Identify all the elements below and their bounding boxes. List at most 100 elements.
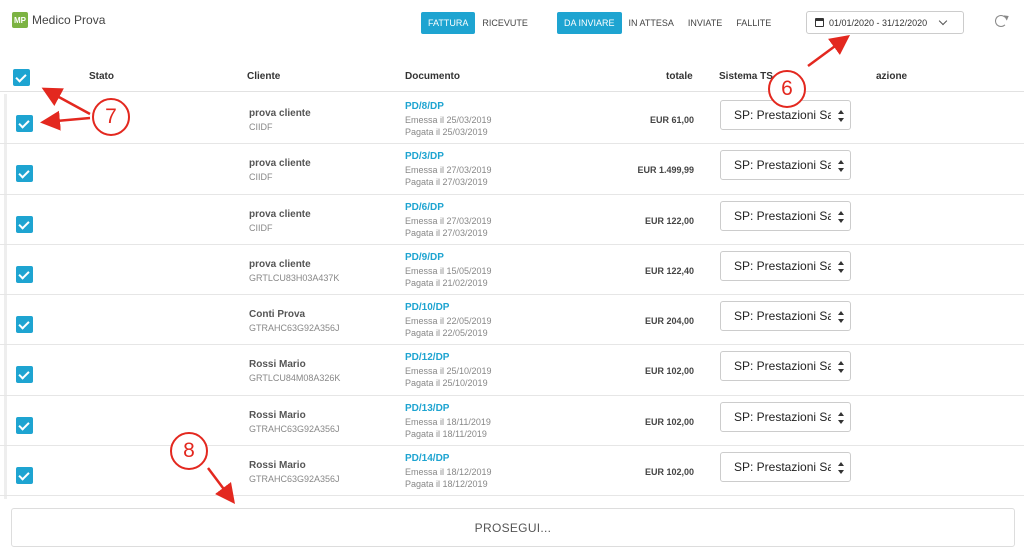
row-total: EUR 102,00 <box>644 366 694 377</box>
sistema-ts-select[interactable]: SP: Prestazioni Sa <box>720 301 851 332</box>
document-issued-date: Emessa il 27/03/2019 <box>405 215 492 226</box>
document-number-link[interactable]: PD/3/DP <box>405 151 444 162</box>
select-arrows-icon <box>838 361 844 374</box>
document-paid-date: Pagata il 27/03/2019 <box>405 227 488 238</box>
document-paid-date: Pagata il 18/12/2019 <box>405 479 488 490</box>
row-total: EUR 102,00 <box>644 416 694 427</box>
status-tabs: DA INVIARE IN ATTESA INVIATE FALLITE <box>557 12 778 34</box>
row-checkbox[interactable] <box>16 115 33 132</box>
cliente-code: CIIDF <box>249 222 273 233</box>
header-sistema-ts: Sistema TS <box>719 71 773 82</box>
select-arrows-icon <box>838 260 844 273</box>
document-paid-date: Pagata il 22/05/2019 <box>405 328 488 339</box>
sistema-ts-value: SP: Prestazioni Sa <box>734 409 831 424</box>
document-issued-date: Emessa il 25/10/2019 <box>405 366 492 377</box>
refresh-icon[interactable] <box>995 15 1007 27</box>
brand: MP Medico Prova <box>12 12 105 28</box>
table-row: prova cliente CIIDF PD/6/DP Emessa il 27… <box>0 195 1024 245</box>
document-paid-date: Pagata il 25/10/2019 <box>405 378 488 389</box>
tab-fattura[interactable]: FATTURA <box>421 12 476 34</box>
document-issued-date: Emessa il 25/03/2019 <box>405 115 492 125</box>
cliente-name: prova cliente <box>249 108 311 119</box>
document-number-link[interactable]: PD/9/DP <box>405 252 444 263</box>
row-total: EUR 102,00 <box>644 467 694 478</box>
document-number-link[interactable]: PD/13/DP <box>405 403 449 414</box>
document-paid-date: Pagata il 27/03/2019 <box>405 177 488 188</box>
sistema-ts-select[interactable]: SP: Prestazioni Sa <box>720 200 851 231</box>
document-paid-date: Pagata il 18/11/2019 <box>405 428 487 439</box>
document-issued-date: Emessa il 18/12/2019 <box>405 467 492 478</box>
document-paid-date: Pagata il 21/02/2019 <box>405 277 488 288</box>
document-number-link[interactable]: PD/12/DP <box>405 352 449 363</box>
document-number-link[interactable]: PD/6/DP <box>405 202 444 213</box>
sistema-ts-value: SP: Prestazioni Sa <box>734 208 831 223</box>
select-arrows-icon <box>838 311 844 324</box>
table-row: prova cliente CIIDF PD/8/DP Emessa il 25… <box>0 94 1024 145</box>
select-arrows-icon <box>838 160 844 173</box>
sistema-ts-select[interactable]: SP: Prestazioni Sa <box>720 150 851 181</box>
row-checkbox[interactable] <box>16 165 33 183</box>
tab-in-attesa[interactable]: IN ATTESA <box>622 12 681 34</box>
header-documento: Documento <box>405 71 460 82</box>
header-azione: azione <box>876 71 908 82</box>
sistema-ts-value: SP: Prestazioni Sa <box>734 460 831 475</box>
sistema-ts-select[interactable]: SP: Prestazioni Sa <box>720 452 851 483</box>
tab-fallite[interactable]: FALLITE <box>729 12 778 34</box>
row-total: EUR 1.499,99 <box>637 165 694 176</box>
row-total: EUR 204,00 <box>644 316 694 327</box>
document-issued-date: Emessa il 27/03/2019 <box>405 165 492 176</box>
row-checkbox[interactable] <box>16 316 33 334</box>
sistema-ts-value: SP: Prestazioni Sa <box>734 108 831 122</box>
sistema-ts-select[interactable]: SP: Prestazioni Sa <box>720 351 851 382</box>
tab-ricevute[interactable]: RICEVUTE <box>475 12 535 34</box>
sistema-ts-select[interactable]: SP: Prestazioni Sa <box>720 250 851 281</box>
cliente-name: Conti Prova <box>249 309 306 321</box>
row-checkbox[interactable] <box>16 265 33 283</box>
select-arrows-icon <box>838 462 844 475</box>
cliente-name: prova cliente <box>249 208 311 220</box>
date-range-value: 01/01/2020 - 31/12/2020 <box>829 17 928 28</box>
tab-da-inviare[interactable]: DA INVIARE <box>557 12 622 34</box>
cliente-name: prova cliente <box>249 158 311 170</box>
document-issued-date: Emessa il 15/05/2019 <box>405 265 492 276</box>
select-arrows-icon <box>838 411 844 424</box>
row-checkbox[interactable] <box>16 215 33 233</box>
document-number-link[interactable]: PD/14/DP <box>405 453 449 464</box>
tab-inviate[interactable]: INVIATE <box>681 12 729 34</box>
table-row: prova cliente CIIDF PD/3/DP Emessa il 27… <box>0 144 1024 195</box>
date-range-picker[interactable]: 01/01/2020 - 31/12/2020 <box>806 11 964 34</box>
table-row: prova cliente GRTLCU83H03A437K PD/9/DP E… <box>0 245 1024 296</box>
row-checkbox[interactable] <box>16 467 33 485</box>
table-row: Conti Prova GTRAHC63G92A356J PD/10/DP Em… <box>0 295 1024 346</box>
table-row: Rossi Mario GRTLCU84M08A326K PD/12/DP Em… <box>0 345 1024 396</box>
header-totale: totale <box>666 71 693 82</box>
calendar-icon <box>815 18 824 27</box>
table-header: Stato Cliente Documento totale Sistema T… <box>0 62 1024 92</box>
prosegui-button[interactable]: PROSEGUI... <box>11 508 1015 547</box>
header-stato: Stato <box>89 71 114 82</box>
table-row: Rossi Mario GTRAHC63G92A356J PD/14/DP Em… <box>0 446 1024 497</box>
cliente-name: Rossi Mario <box>249 409 306 421</box>
row-checkbox[interactable] <box>16 416 33 434</box>
annotation-8: 8 <box>170 432 208 470</box>
cliente-code: GTRAHC63G92A356J <box>249 423 340 434</box>
document-number-link[interactable]: PD/8/DP <box>405 101 444 112</box>
cliente-code: GRTLCU84M08A326K <box>249 373 341 384</box>
cliente-code: CIIDF <box>249 122 273 132</box>
brand-logo: MP <box>12 12 28 28</box>
row-checkbox[interactable] <box>16 366 33 384</box>
cliente-code: GRTLCU83H03A437K <box>249 272 340 283</box>
document-paid-date: Pagata il 25/03/2019 <box>405 127 488 137</box>
select-arrows-icon <box>838 210 844 223</box>
row-total: EUR 61,00 <box>649 115 694 125</box>
document-number-link[interactable]: PD/10/DP <box>405 302 449 313</box>
select-all-checkbox[interactable] <box>13 69 30 86</box>
cliente-name: Rossi Mario <box>249 359 306 371</box>
sistema-ts-select[interactable]: SP: Prestazioni Sa <box>720 401 851 432</box>
header-cliente: Cliente <box>247 71 281 82</box>
document-issued-date: Emessa il 22/05/2019 <box>405 316 492 327</box>
cliente-code: GTRAHC63G92A356J <box>249 323 340 334</box>
top-bar: MP Medico Prova FATTURA RICEVUTE DA INVI… <box>0 0 1024 46</box>
cliente-name: Rossi Mario <box>249 460 306 472</box>
brand-name: Medico Prova <box>32 13 106 27</box>
